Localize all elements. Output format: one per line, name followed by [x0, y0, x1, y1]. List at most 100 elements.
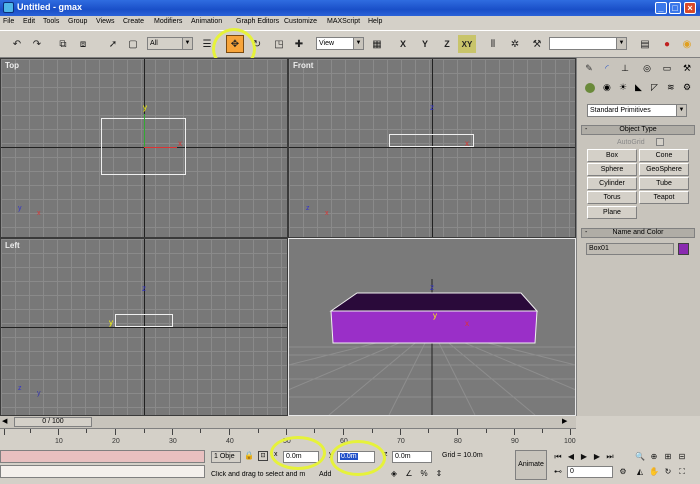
lock-icon[interactable]: 🔒 [244, 451, 254, 460]
zoom-all-icon[interactable]: ⊕ [648, 451, 660, 463]
geosphere-button[interactable]: GeoSphere [639, 163, 689, 176]
axis-z-button[interactable]: Z [438, 35, 456, 53]
tube-button[interactable]: Tube [639, 177, 689, 190]
geometry-icon[interactable] [585, 83, 595, 93]
time-slider[interactable]: ◀ 0 / 100 ▶ [0, 416, 576, 428]
object-name-input[interactable]: Box01 [586, 243, 674, 255]
animate-button[interactable]: Animate [515, 450, 547, 480]
object-type-rollout[interactable]: - Object Type [581, 125, 695, 135]
helpers-icon[interactable]: ◸ [651, 82, 658, 93]
modify-tab-icon[interactable]: ◜ [601, 62, 613, 74]
shapes-icon[interactable]: ◉ [603, 82, 611, 93]
menu-create[interactable]: Create [123, 18, 144, 25]
zoom-extents-icon[interactable]: ⊞ [662, 451, 674, 463]
arc-rotate-icon[interactable]: ↻ [662, 466, 674, 478]
quick-render-icon[interactable]: ◉ [678, 35, 696, 53]
selection-filter-dropdown[interactable]: All ▼ [147, 37, 193, 50]
menu-edit[interactable]: Edit [23, 18, 35, 25]
time-slider-thumb[interactable]: 0 / 100 [14, 417, 92, 427]
systems-icon[interactable]: ⚙ [683, 82, 691, 93]
menu-animation[interactable]: Animation [191, 18, 222, 25]
tool-icon[interactable]: ⚒ [528, 35, 546, 53]
menu-file[interactable]: File [3, 18, 14, 25]
reference-coord-dropdown[interactable]: View ▼ [316, 37, 364, 50]
go-to-start-icon[interactable]: ⏮ [552, 451, 564, 463]
previous-frame-icon[interactable]: ◀ [565, 451, 577, 463]
spinner-snap-icon[interactable]: ⇕ [433, 468, 445, 480]
minimize-button[interactable]: _ [655, 2, 667, 14]
named-selection-dropdown[interactable]: ▼ [549, 37, 627, 50]
maximize-button[interactable]: □ [669, 2, 681, 14]
current-frame-input[interactable]: 0 [567, 466, 613, 478]
menu-graph-editors[interactable]: Graph Editors [236, 18, 279, 25]
z-coord-input[interactable]: 0.0m [392, 451, 432, 463]
torus-button[interactable]: Torus [587, 191, 637, 204]
box-outline[interactable] [389, 134, 474, 147]
pan-icon[interactable]: ✋ [648, 466, 660, 478]
box-button[interactable]: Box [587, 149, 637, 162]
absolute-mode-icon[interactable]: ⊡ [258, 451, 268, 461]
utilities-tab-icon[interactable]: ⚒ [681, 62, 693, 74]
pivot-center-icon[interactable]: ▦ [368, 35, 386, 53]
spacewarps-icon[interactable]: ≋ [667, 82, 675, 93]
name-color-rollout[interactable]: - Name and Color [581, 228, 695, 238]
box-object[interactable] [289, 239, 575, 415]
zoom-icon[interactable]: 🔍 [634, 451, 646, 463]
add-time-tag[interactable]: Add [319, 471, 331, 478]
slider-left-arrow[interactable]: ◀ [2, 417, 12, 427]
plane-button[interactable]: Plane [587, 206, 637, 219]
maxscript-listener-bottom[interactable] [0, 465, 205, 478]
menu-views[interactable]: Views [96, 18, 115, 25]
snap-icon[interactable]: ✚ [290, 35, 308, 53]
field-of-view-icon[interactable]: ◭ [634, 466, 646, 478]
create-tab-icon[interactable]: ✎ [583, 62, 595, 74]
viewport-left[interactable]: Left z y z y [0, 238, 288, 416]
sphere-button[interactable]: Sphere [587, 163, 637, 176]
menu-tools[interactable]: Tools [43, 18, 59, 25]
redo-icon[interactable]: ↷ [28, 35, 46, 53]
object-color-swatch[interactable] [678, 243, 689, 255]
display-tab-icon[interactable]: ▭ [661, 62, 673, 74]
cameras-icon[interactable]: ◣ [635, 82, 642, 93]
angle-snap-icon[interactable]: ∠ [403, 468, 415, 480]
render-scene-icon[interactable]: ● [658, 35, 676, 53]
align-icon[interactable]: ✲ [506, 35, 524, 53]
hierarchy-tab-icon[interactable]: ⊥ [619, 62, 631, 74]
maxscript-listener-top[interactable] [0, 450, 205, 463]
axis-xy-button[interactable]: XY [458, 35, 476, 53]
viewport-top[interactable]: Top y x y x [0, 58, 288, 238]
unlink-icon[interactable]: ⧈ [74, 35, 92, 53]
time-config-icon[interactable]: ⚙ [617, 466, 629, 478]
next-frame-icon[interactable]: ▶ [591, 451, 603, 463]
viewport-perspective[interactable]: z y x [288, 238, 576, 416]
go-to-end-icon[interactable]: ⏭ [604, 451, 616, 463]
key-mode-icon[interactable]: ⊷ [552, 466, 564, 478]
play-icon[interactable]: ▶ [578, 451, 590, 463]
maximize-viewport-icon[interactable]: ⛶ [676, 466, 688, 478]
menu-group[interactable]: Group [68, 18, 87, 25]
select-link-icon[interactable]: ⧉ [54, 35, 72, 53]
cylinder-button[interactable]: Cylinder [587, 177, 637, 190]
undo-icon[interactable]: ↶ [8, 35, 26, 53]
axis-y-button[interactable]: Y [416, 35, 434, 53]
axis-x-button[interactable]: X [394, 35, 412, 53]
menu-modifiers[interactable]: Modifiers [154, 18, 182, 25]
autogrid-checkbox[interactable] [656, 138, 664, 146]
material-editor-icon[interactable]: ▤ [636, 35, 654, 53]
zoom-extents-all-icon[interactable]: ⊟ [676, 451, 688, 463]
box-outline[interactable] [115, 314, 173, 327]
motion-tab-icon[interactable]: ◎ [641, 62, 653, 74]
select-object-icon[interactable]: ➚ [104, 35, 122, 53]
percent-snap-icon[interactable]: % [418, 468, 430, 480]
scale-tool-icon[interactable]: ◳ [270, 35, 288, 53]
lights-icon[interactable]: ☀ [619, 82, 627, 93]
teapot-button[interactable]: Teapot [639, 191, 689, 204]
category-dropdown[interactable]: Standard Primitives ▼ [587, 104, 687, 117]
viewport-front[interactable]: Front z x z x [288, 58, 576, 238]
menu-help[interactable]: Help [368, 18, 382, 25]
menu-maxscript[interactable]: MAXScript [327, 18, 360, 25]
mirror-icon[interactable]: ⫴ [484, 35, 502, 53]
snap-toggle-icon[interactable]: ◈ [388, 468, 400, 480]
menu-customize[interactable]: Customize [284, 18, 317, 25]
cone-button[interactable]: Cone [639, 149, 689, 162]
